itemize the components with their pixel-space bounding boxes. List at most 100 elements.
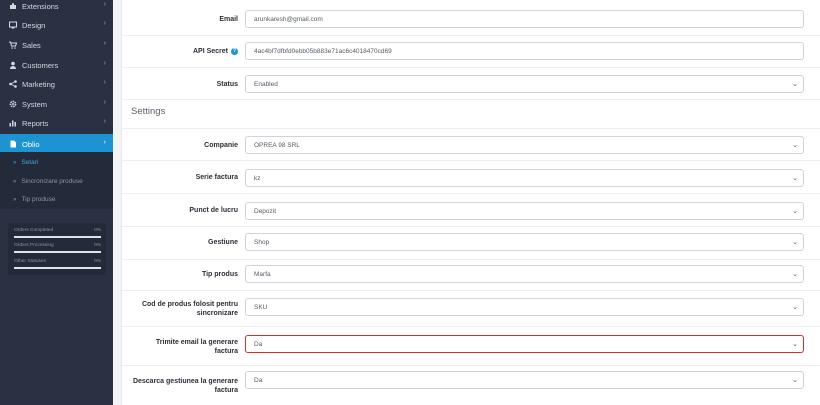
main-content: Email arunkaresh@gmail.com API Secret? 4… [113, 0, 820, 405]
submenu-item-tip-produse[interactable]: » Tip produse [0, 190, 113, 209]
sidebar-item-sales[interactable]: Sales › [0, 35, 113, 55]
help-icon[interactable]: ? [231, 47, 238, 55]
api-secret-value: 4ac4bf7dfbfd0ebb05b883e71ac6c4018470cd69 [254, 47, 392, 55]
stat-value: 0% [94, 259, 101, 264]
sidebar-item-label: Design [22, 20, 46, 30]
chevron-right-icon: › [103, 79, 106, 86]
gestiune-select[interactable]: Shop ⌄ [245, 233, 804, 251]
chevron-right-icon: › [103, 60, 106, 67]
bar-chart-icon [8, 119, 17, 128]
sidebar-item-label: Customers [22, 60, 59, 70]
descarca-gestiunea-label-line2: factura [214, 387, 238, 394]
chevron-right-icon: › [103, 40, 106, 47]
companie-label: Companie [204, 142, 238, 149]
punct-de-lucru-select[interactable]: Depozit ⌄ [245, 202, 804, 220]
stat-label: Orders Processing [14, 243, 54, 248]
status-value: Enabled [254, 80, 278, 88]
chevron-right-icon: › [103, 99, 106, 106]
user-icon [8, 61, 17, 70]
chevron-right-icon: › [103, 20, 106, 27]
chevron-down-icon: › [103, 139, 106, 146]
sidebar-item-extensions[interactable]: Extensions › [0, 0, 113, 16]
sidebar-item-oblio[interactable]: Oblio › [0, 134, 113, 154]
stat-orders-completed: Orders Completed 0% [14, 228, 101, 242]
cod-produs-label: Cod de produs folosit pentru sincronizare [118, 300, 238, 318]
tip-produs-label: Tip produs [201, 271, 238, 278]
punct-de-lucru-label: Punct de lucru [189, 207, 238, 214]
chevron-down-icon: ⌄ [792, 341, 798, 348]
double-chevron-icon: » [13, 196, 17, 203]
cod-produs-label-line2: sincronizare [196, 310, 238, 317]
chevron-down-icon: ⌄ [792, 377, 798, 384]
descarca-gestiunea-value: Da [254, 376, 263, 384]
form-row-companie: Companie OPREA 98 SRL ⌄ [122, 128, 820, 161]
sidebar-item-marketing[interactable]: Marketing › [0, 74, 113, 94]
app-window: Extensions › Design › Sales › Customers … [0, 0, 820, 405]
stat-value: 0% [94, 243, 101, 248]
order-stats-panel: Orders Completed 0% Orders Processing 0%… [8, 223, 106, 275]
serie-factura-select[interactable]: kz ⌄ [245, 169, 804, 187]
email-label: Email [219, 16, 238, 23]
sidebar-item-label: Extensions [22, 1, 59, 11]
sidebar-item-label: System [22, 99, 48, 109]
share-icon [8, 80, 17, 89]
chevron-down-icon: ⌄ [792, 304, 798, 311]
chevron-down-icon: ⌄ [792, 239, 798, 246]
settings-section-title: Settings [131, 106, 166, 117]
trimite-email-label-line2: factura [214, 348, 238, 355]
api-secret-field[interactable]: 4ac4bf7dfbfd0ebb05b883e71ac6c4018470cd69 [245, 42, 804, 60]
sidebar-item-customers[interactable]: Customers › [0, 55, 113, 75]
stat-label: Orders Completed [14, 228, 54, 233]
trimite-email-select[interactable]: Da ⌄ [245, 335, 804, 353]
puzzle-icon [8, 2, 17, 11]
tip-produs-select[interactable]: Marfa ⌄ [245, 265, 804, 283]
email-field[interactable]: arunkaresh@gmail.com [245, 10, 804, 28]
monitor-icon [8, 21, 17, 30]
sidebar: Extensions › Design › Sales › Customers … [0, 0, 113, 405]
sidebar-item-system[interactable]: System › [0, 94, 113, 114]
stat-value: 0% [94, 228, 101, 233]
cod-produs-label-line1: Cod de produs folosit pentru [141, 301, 238, 308]
sidebar-item-design[interactable]: Design › [0, 15, 113, 35]
submenu-item-setari[interactable]: » Setari [0, 153, 113, 172]
chevron-down-icon: ⌄ [792, 175, 798, 182]
descarca-gestiunea-label-line1: Descarca gestiunea la generare [132, 378, 238, 385]
form-row-punct-de-lucru: Punct de lucru Depozit ⌄ [122, 194, 820, 227]
stat-orders-processing: Orders Processing 0% [14, 243, 101, 257]
submenu-item-sincronizare-produse[interactable]: » Sincronizare produse [0, 172, 113, 191]
cod-produs-select[interactable]: SKU ⌄ [245, 298, 804, 316]
stat-label: Other Statuses [14, 259, 46, 264]
chevron-down-icon: ⌄ [792, 208, 798, 215]
api-secret-label-text: API Secret [192, 48, 228, 55]
chevron-down-icon: ⌄ [792, 271, 798, 278]
form-row-gestiune: Gestiune Shop ⌄ [122, 227, 820, 260]
gear-icon [8, 100, 17, 109]
sidebar-item-label: Oblio [22, 139, 40, 149]
companie-select[interactable]: OPREA 98 SRL ⌄ [245, 136, 804, 154]
sidebar-item-reports[interactable]: Reports › [0, 113, 113, 133]
form-row-descarca-gestiunea: Descarca gestiunea la generare factura Da… [122, 366, 820, 405]
stat-progress-track [14, 267, 101, 269]
file-icon [8, 140, 17, 149]
submenu-item-label: Tip produse [21, 196, 56, 203]
punct-de-lucru-value: Depozit [254, 207, 277, 215]
stat-progress-track [14, 236, 101, 238]
serie-factura-label: Serie factura [195, 174, 238, 181]
chevron-right-icon: › [103, 1, 106, 8]
chevron-down-icon: ⌄ [792, 142, 798, 149]
trimite-email-label-line1: Trimite email la generare [155, 339, 238, 346]
trimite-email-value: Da [254, 340, 263, 348]
sidebar-item-label: Sales [22, 40, 41, 50]
sidebar-item-label: Marketing [22, 79, 55, 89]
descarca-gestiunea-select[interactable]: Da ⌄ [245, 371, 804, 389]
form-row-email: Email arunkaresh@gmail.com [122, 0, 820, 36]
submenu-item-label: Setari [21, 159, 39, 166]
email-value: arunkaresh@gmail.com [254, 15, 323, 23]
sidebar-item-label: Reports [22, 118, 49, 128]
status-select[interactable]: Enabled ⌄ [245, 75, 804, 93]
form-row-api-secret: API Secret? 4ac4bf7dfbfd0ebb05b883e71ac6… [122, 36, 820, 68]
form-row-trimite-email: Trimite email la generare factura Da ⌄ [122, 327, 820, 366]
cod-produs-value: SKU [254, 303, 268, 311]
double-chevron-icon: » [13, 159, 17, 166]
form-row-serie-factura: Serie factura kz ⌄ [122, 161, 820, 194]
